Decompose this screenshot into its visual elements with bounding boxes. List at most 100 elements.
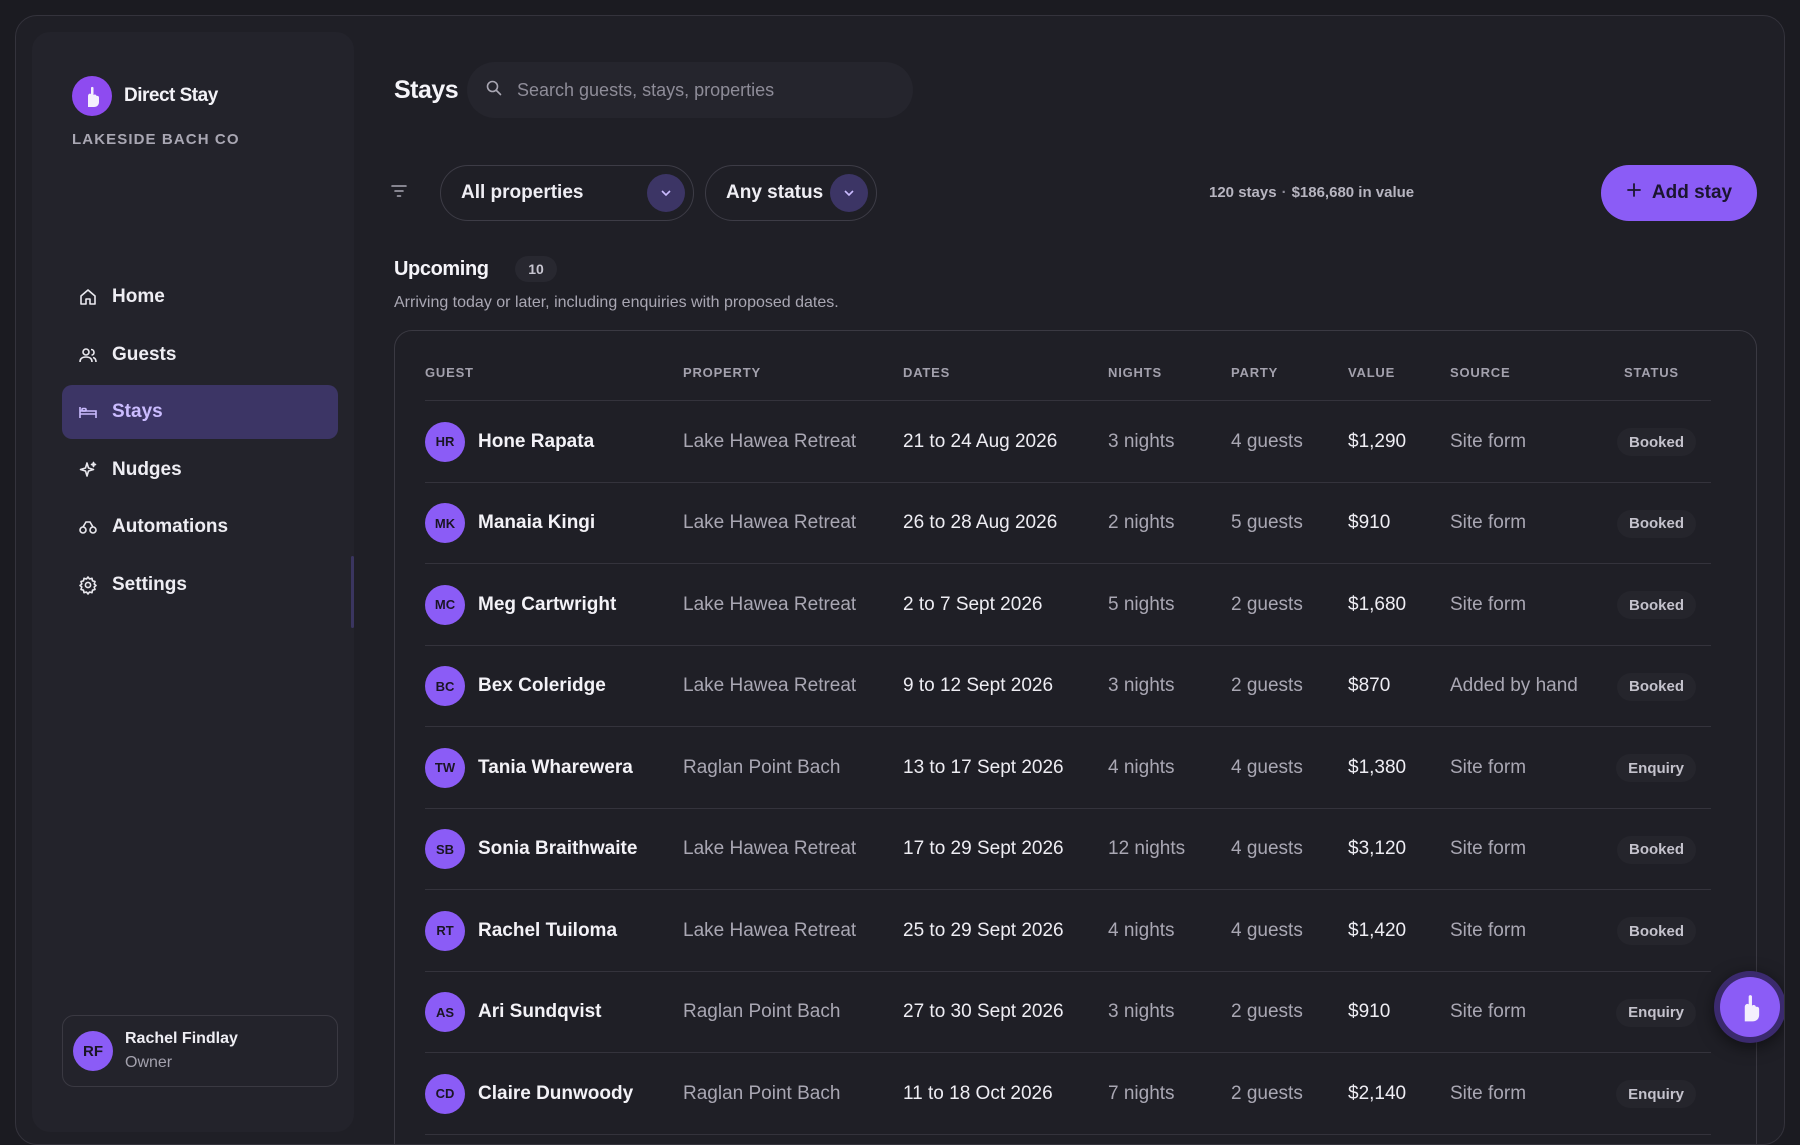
main-content: Stays All properties Any status 120 stay…	[371, 32, 1771, 1144]
organization-name: LAKESIDE BACH CO	[72, 131, 240, 148]
value-cell: $3,120	[1348, 838, 1407, 859]
sidebar-item-automations[interactable]: Automations	[62, 500, 338, 554]
guest-cell: AS Ari Sundqvist	[425, 972, 602, 1053]
status-badge: Booked	[1616, 835, 1696, 864]
guest-name[interactable]: Manaia Kingi	[478, 512, 595, 534]
search-input[interactable]	[517, 79, 897, 101]
sparkle-icon	[78, 460, 98, 480]
column-header-nights[interactable]: NIGHTS	[1108, 365, 1162, 380]
party-cell: 2 guests	[1231, 675, 1303, 696]
table-row[interactable]: HR Hone Rapata Lake Hawea Retreat 21 to 24 …	[425, 401, 1711, 482]
guest-avatar: CD	[425, 1073, 465, 1114]
sidebar-item-guests[interactable]: Guests	[62, 328, 338, 382]
column-header-property[interactable]: PROPERTY	[683, 365, 761, 380]
table-row[interactable]: RT Rachel Tuiloma Lake Hawea Retreat 25 to …	[425, 890, 1711, 971]
user-avatar: RF	[73, 1031, 113, 1071]
page-title: Stays	[394, 76, 459, 104]
sidebar-item-label: Nudges	[112, 458, 182, 480]
assistant-button[interactable]	[1714, 971, 1784, 1043]
dates-cell: 11 to 18 Oct 2026	[903, 1082, 1053, 1104]
guest-name[interactable]: Sonia Braithwaite	[478, 838, 637, 860]
property-filter-dropdown[interactable]: All properties	[440, 165, 694, 221]
column-header-party[interactable]: PARTY	[1231, 365, 1278, 380]
guest-name[interactable]: Rachel Tuiloma	[478, 920, 617, 942]
filter-icon[interactable]	[391, 184, 407, 203]
column-header-value[interactable]: VALUE	[1348, 365, 1395, 380]
table-row[interactable]: AS Ari Sundqvist Raglan Point Bach 27 to 30…	[425, 972, 1711, 1053]
property-cell: Lake Hawea Retreat	[683, 512, 857, 533]
table-row[interactable]: MK Manaia Kingi Lake Hawea Retreat 26 to 28…	[425, 483, 1711, 564]
table-row[interactable]: SB Sonia Braithwaite Lake Hawea Retreat 17 …	[425, 809, 1711, 890]
column-header-guest[interactable]: GUEST	[425, 365, 474, 380]
nights-cell: 5 nights	[1108, 593, 1175, 615]
sidebar-item-label: Stays	[112, 401, 163, 422]
stays-summary: 120 stays · $186,680 in value	[1209, 184, 1415, 201]
party-cell: 4 guests	[1231, 430, 1303, 452]
property-cell: Lake Hawea Retreat	[683, 675, 857, 696]
user-card[interactable]: RF Rachel Findlay Owner	[62, 1015, 338, 1087]
dates-cell: 27 to 30 Sept 2026	[903, 1001, 1064, 1022]
guest-name[interactable]: Claire Dunwoody	[478, 1083, 633, 1105]
user-name: Rachel Findlay	[125, 1030, 238, 1047]
column-header-source[interactable]: SOURCE	[1450, 365, 1510, 380]
property-cell: Raglan Point Bach	[683, 1082, 841, 1104]
status-filter-dropdown[interactable]: Any status	[705, 165, 877, 221]
source-cell: Site form	[1450, 919, 1527, 941]
user-role: Owner	[125, 1054, 173, 1071]
party-cell: 5 guests	[1231, 512, 1303, 533]
section-title: Upcoming	[394, 258, 489, 280]
table-row[interactable]: TW Tania Wharewera Raglan Point Bach 13 to …	[425, 727, 1711, 808]
table-row[interactable]: BC Bex Coleridge Lake Hawea Retreat 9 to 12…	[425, 646, 1711, 727]
source-cell: Site form	[1450, 838, 1527, 859]
nights-cell: 2 nights	[1108, 512, 1175, 533]
party-cell: 2 guests	[1231, 1001, 1303, 1022]
section-count-badge: 10	[515, 256, 557, 282]
nights-cell: 3 nights	[1108, 430, 1175, 452]
brand-name: Direct Stay	[124, 85, 218, 106]
value-cell: $1,680	[1348, 593, 1407, 615]
brand[interactable]: Direct Stay	[72, 76, 218, 116]
column-header-dates[interactable]: DATES	[903, 365, 950, 380]
guest-name[interactable]: Hone Rapata	[478, 431, 594, 453]
column-header-status[interactable]: STATUS	[1624, 365, 1679, 380]
status-badge: Booked	[1616, 672, 1696, 701]
gear-icon	[78, 575, 98, 595]
assistant-icon	[1720, 977, 1780, 1037]
search-box[interactable]	[467, 62, 913, 118]
add-stay-button[interactable]: Add stay	[1601, 165, 1757, 221]
guest-avatar: AS	[425, 992, 465, 1032]
table-row[interactable]: CD Claire Dunwoody Raglan Point Bach 11 to …	[425, 1053, 1711, 1134]
nights-cell: 7 nights	[1108, 1082, 1175, 1104]
source-cell: Site form	[1450, 593, 1527, 615]
sidebar-item-settings[interactable]: Settings	[62, 558, 338, 612]
guest-name[interactable]: Meg Cartwright	[478, 594, 616, 616]
guest-name[interactable]: Bex Coleridge	[478, 675, 606, 697]
add-stay-label: Add stay	[1651, 182, 1733, 203]
sidebar-item-stays[interactable]: Stays	[62, 385, 338, 439]
status-badge: Enquiry	[1616, 1080, 1696, 1108]
table-header: GUEST PROPERTY DATES NIGHTS PARTY VALUE …	[425, 365, 1711, 389]
nights-cell: 3 nights	[1108, 675, 1175, 696]
stays-table: GUEST PROPERTY DATES NIGHTS PARTY VALUE …	[394, 330, 1757, 1144]
stays-value: $186,680 in value	[1291, 184, 1415, 201]
row-divider	[425, 1133, 1711, 1135]
sidebar-scrollbar[interactable]	[351, 556, 354, 628]
guest-cell: MC Meg Cartwright	[425, 564, 616, 645]
dates-cell: 9 to 12 Sept 2026	[903, 675, 1054, 696]
status-badge: Booked	[1616, 917, 1696, 945]
status-badge: Booked	[1616, 509, 1696, 538]
dates-cell: 26 to 28 Aug 2026	[903, 512, 1058, 533]
sidebar-item-nudges[interactable]: Nudges	[62, 443, 338, 497]
source-cell: Added by hand	[1450, 675, 1578, 696]
dates-cell: 13 to 17 Sept 2026	[903, 756, 1064, 778]
guest-cell: MK Manaia Kingi	[425, 483, 595, 564]
nights-cell: 12 nights	[1108, 838, 1186, 859]
property-cell: Lake Hawea Retreat	[683, 838, 857, 859]
guest-name[interactable]: Tania Wharewera	[478, 757, 633, 779]
nights-cell: 4 nights	[1108, 756, 1175, 778]
automation-icon	[78, 517, 98, 537]
sidebar-item-home[interactable]: Home	[62, 270, 338, 324]
table-row[interactable]: MC Meg Cartwright Lake Hawea Retreat 2 to 7…	[425, 564, 1711, 645]
guest-name[interactable]: Ari Sundqvist	[478, 1001, 602, 1023]
source-cell: Site form	[1450, 512, 1527, 533]
